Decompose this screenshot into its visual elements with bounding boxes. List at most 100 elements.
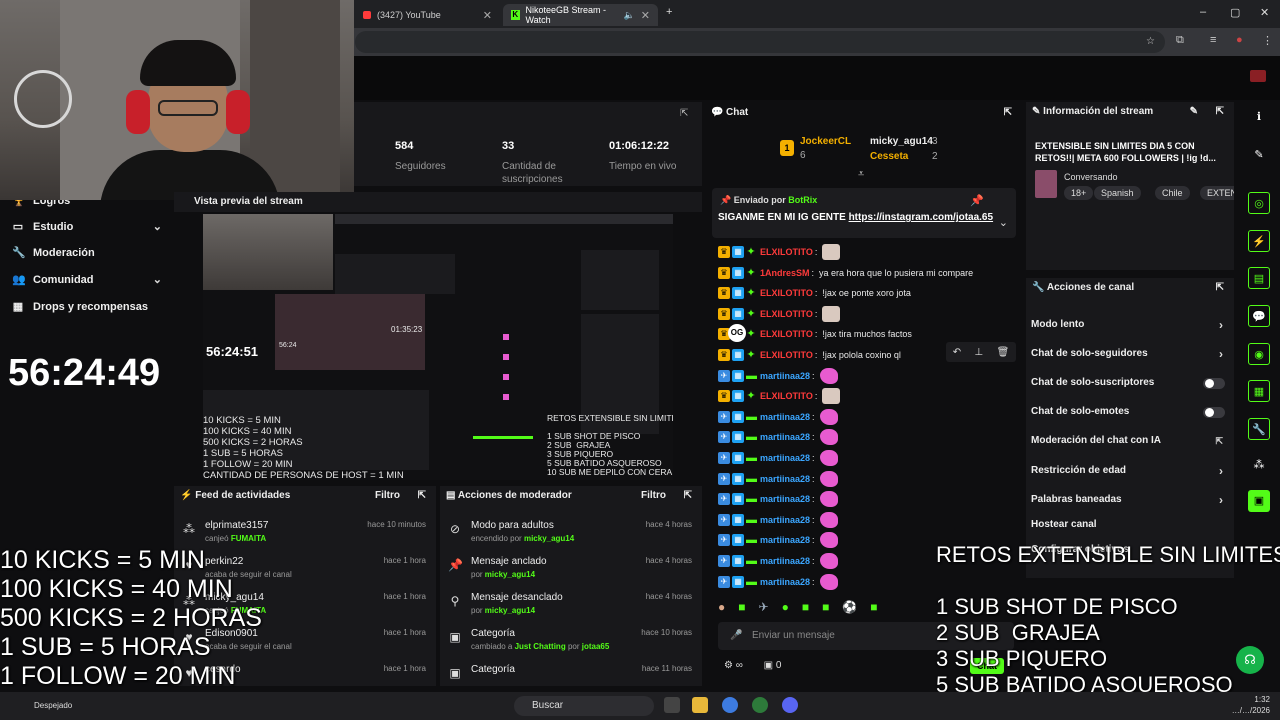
chat-message[interactable]: ♛ ▦ ✦ ELXILOTITO: !jax oe ponte xoro jota <box>718 284 1018 302</box>
tag[interactable]: Chile <box>1155 186 1190 200</box>
popout-icon[interactable]: ⇱ <box>680 108 688 119</box>
chat-message[interactable]: ✈ ▦ ▬ martiinaa28: <box>718 511 1018 529</box>
popout-icon[interactable]: ⇱ <box>418 486 426 506</box>
shapes-icon[interactable]: ⁂ <box>1248 454 1270 476</box>
chat-username[interactable]: martiinaa28 <box>760 412 810 422</box>
profile-icon[interactable]: ● <box>1236 34 1243 46</box>
chat-username[interactable]: ELXILOTITO <box>760 309 813 319</box>
delete-icon[interactable]: 🗑 <box>997 347 1010 358</box>
popout-icon[interactable]: ⇱ <box>1216 102 1224 122</box>
gift-icon[interactable]: ▣ <box>764 660 773 671</box>
chat-message[interactable]: ♛ ▦ ✦ ELXILOTITO: <box>718 243 1018 261</box>
chat-username[interactable]: martiinaa28 <box>760 371 810 381</box>
action-subs-only[interactable]: Chat de solo-suscriptores <box>1031 373 1227 393</box>
chat-message[interactable]: ♛ ▦ ✦ 1AndresSM: ya era hora que lo pusiera … <box>718 264 1018 282</box>
clipboard-icon[interactable]: ▤ <box>1248 267 1270 289</box>
chat-username[interactable]: ELXILOTITO <box>760 247 813 257</box>
wrench-icon[interactable]: 🔧 <box>1248 418 1270 440</box>
chat-message[interactable]: ✈ ▦ ▬ martiinaa28: <box>718 449 1018 467</box>
action-host-channel[interactable]: Hostear canal <box>1031 515 1227 535</box>
stream-category[interactable]: Conversando <box>1064 172 1118 182</box>
chat-username[interactable]: 1AndresSM <box>760 268 810 278</box>
action-emotes-only[interactable]: Chat de solo-emotes <box>1031 402 1227 422</box>
edit-icon[interactable]: ✎ <box>1248 144 1270 166</box>
reply-icon[interactable]: ↶ <box>953 347 961 358</box>
chat-username[interactable]: martiinaa28 <box>760 432 810 442</box>
tab-kick[interactable]: K NikoteeGB Stream - Watch 🔈 ✕ <box>503 4 658 26</box>
mod-filter-button[interactable]: Filtro <box>641 486 666 506</box>
emote-icon[interactable]: ■ <box>870 600 877 614</box>
address-bar[interactable]: ☆ <box>355 31 1165 53</box>
chat-message[interactable]: ✈ ▦ ▬ martiinaa28: <box>718 408 1018 426</box>
info-icon[interactable]: ℹ <box>1248 106 1270 128</box>
action-age-restriction[interactable]: Restricción de edad › <box>1031 461 1227 481</box>
settings-icon[interactable]: ⚙ ∞ <box>724 660 743 671</box>
pinned-link[interactable]: https://instagram.com/jotaa.65 <box>849 212 993 223</box>
maximize-button[interactable]: ▢ <box>1230 6 1240 19</box>
pin-icon[interactable]: ⊥ <box>974 347 983 358</box>
add-widget-icon[interactable]: ▣ <box>1248 490 1270 512</box>
chat-username[interactable]: ELXILOTITO <box>760 288 813 298</box>
chat-message[interactable]: ✈ ▦ ▬ martiinaa28: <box>718 490 1018 508</box>
bookmark-star-icon[interactable]: ☆ <box>1146 31 1155 53</box>
chat-username[interactable]: martiinaa28 <box>760 535 810 545</box>
tag[interactable]: Spanish <box>1094 186 1141 200</box>
popout-icon[interactable]: ⇱ <box>1004 102 1012 124</box>
close-window-button[interactable]: ✕ <box>1260 6 1269 19</box>
chat-message[interactable]: ♛▦✦ELXILOTITO:!jax tira muchos factos <box>718 325 1018 343</box>
chat-username[interactable]: martiinaa28 <box>760 494 810 504</box>
chevron-down-icon[interactable]: ⌄ <box>999 216 1008 229</box>
taskbar-clock[interactable]: 1:32 …/…/2026 <box>1232 694 1270 716</box>
speaker-icon[interactable]: 🔈 <box>624 10 635 21</box>
chat-username[interactable]: ELXILOTITO <box>760 350 813 360</box>
action-banned-words[interactable]: Palabras baneadas › <box>1031 490 1227 510</box>
collapse-icon[interactable]: ⩡ <box>858 168 864 181</box>
layout-icon[interactable]: ▦ <box>1248 380 1270 402</box>
chat-icon[interactable]: 💬 <box>1248 305 1270 327</box>
chat-username[interactable]: martiinaa28 <box>760 474 810 484</box>
lightning-icon[interactable]: ⚡ <box>1248 230 1270 252</box>
task-view-icon[interactable] <box>664 697 680 713</box>
camera-icon[interactable]: ◎ <box>1248 192 1270 214</box>
emote-icon[interactable]: ■ <box>822 600 829 614</box>
user-avatar[interactable] <box>1250 70 1266 82</box>
chat-message[interactable]: ♛ ▦ ✦ ELXILOTITO: <box>718 305 1018 323</box>
action-followers-only[interactable]: Chat de solo-seguidores › <box>1031 344 1227 364</box>
emote-icon[interactable]: ● <box>782 600 789 614</box>
sidebar-item-comunidad[interactable]: 👥 Comunidad ⌄ <box>12 273 162 287</box>
tag[interactable]: EXTENS <box>1200 186 1234 200</box>
tab-youtube[interactable]: (3427) YouTube ✕ <box>355 4 500 26</box>
popout-icon[interactable]: ⇱ <box>1216 278 1224 298</box>
file-explorer-icon[interactable] <box>692 697 708 713</box>
action-slow-mode[interactable]: Modo lento › <box>1031 315 1227 335</box>
feed-user[interactable]: elprimate3157 <box>205 520 268 531</box>
chat-username[interactable]: martiinaa28 <box>760 453 810 463</box>
emote-icon[interactable]: ● <box>718 600 725 614</box>
chat-username[interactable]: ELXILOTITO <box>760 329 813 339</box>
edit-icon[interactable]: ✎ <box>1190 102 1198 122</box>
chrome-icon[interactable] <box>722 697 738 713</box>
chat-username[interactable]: martiinaa28 <box>760 515 810 525</box>
media-icon[interactable]: ≡ <box>1210 34 1216 46</box>
menu-icon[interactable]: ⋮ <box>1262 34 1273 47</box>
emotes-only-toggle[interactable] <box>1203 407 1225 418</box>
feed-filter-button[interactable]: Filtro <box>375 486 400 506</box>
emote-icon[interactable]: ⚽ <box>842 600 857 614</box>
popout-icon[interactable]: ⇱ <box>684 486 692 506</box>
emote-icon[interactable]: ✈ <box>759 600 769 614</box>
chat-message[interactable]: ✈ ▦ ▬ martiinaa28: <box>718 367 1018 385</box>
tag[interactable]: 18+ <box>1064 186 1094 200</box>
extensions-icon[interactable]: ⧉ <box>1176 34 1184 47</box>
chat-username[interactable]: martiinaa28 <box>760 556 810 566</box>
app-icon[interactable] <box>752 697 768 713</box>
action-ai-moderation[interactable]: Moderación del chat con IA ⇱ <box>1031 431 1227 451</box>
chat-username[interactable]: martiinaa28 <box>760 577 810 587</box>
chat-username[interactable]: ELXILOTITO <box>760 391 813 401</box>
taskbar-search[interactable]: Buscar <box>514 696 654 716</box>
emote-icon[interactable]: ■ <box>802 600 809 614</box>
chat-message[interactable]: ♛ ▦ ✦ ELXILOTITO: <box>718 387 1018 405</box>
minimize-button[interactable]: – <box>1200 6 1206 18</box>
discord-icon[interactable] <box>782 697 798 713</box>
chat-message[interactable]: ✈ ▦ ▬ martiinaa28: <box>718 428 1018 446</box>
close-tab-icon[interactable]: ✕ <box>483 9 492 22</box>
